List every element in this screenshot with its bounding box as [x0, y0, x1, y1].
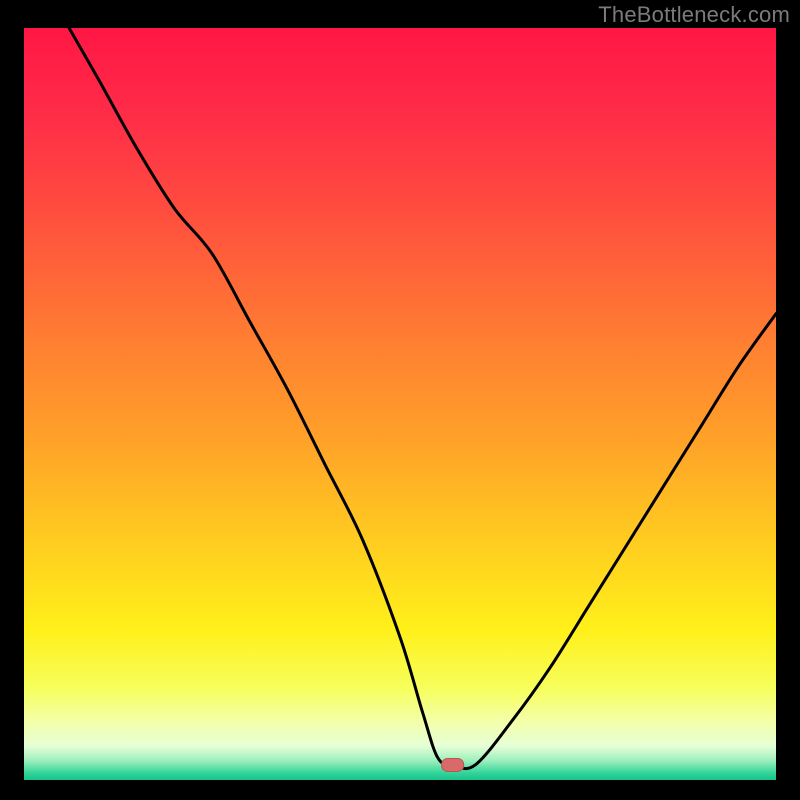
plot-area — [24, 28, 776, 780]
bottleneck-chart — [24, 28, 776, 780]
watermark-text: TheBottleneck.com — [598, 2, 790, 28]
gradient-background — [24, 28, 776, 780]
chart-frame: TheBottleneck.com — [0, 0, 800, 800]
optimal-marker — [442, 758, 464, 771]
